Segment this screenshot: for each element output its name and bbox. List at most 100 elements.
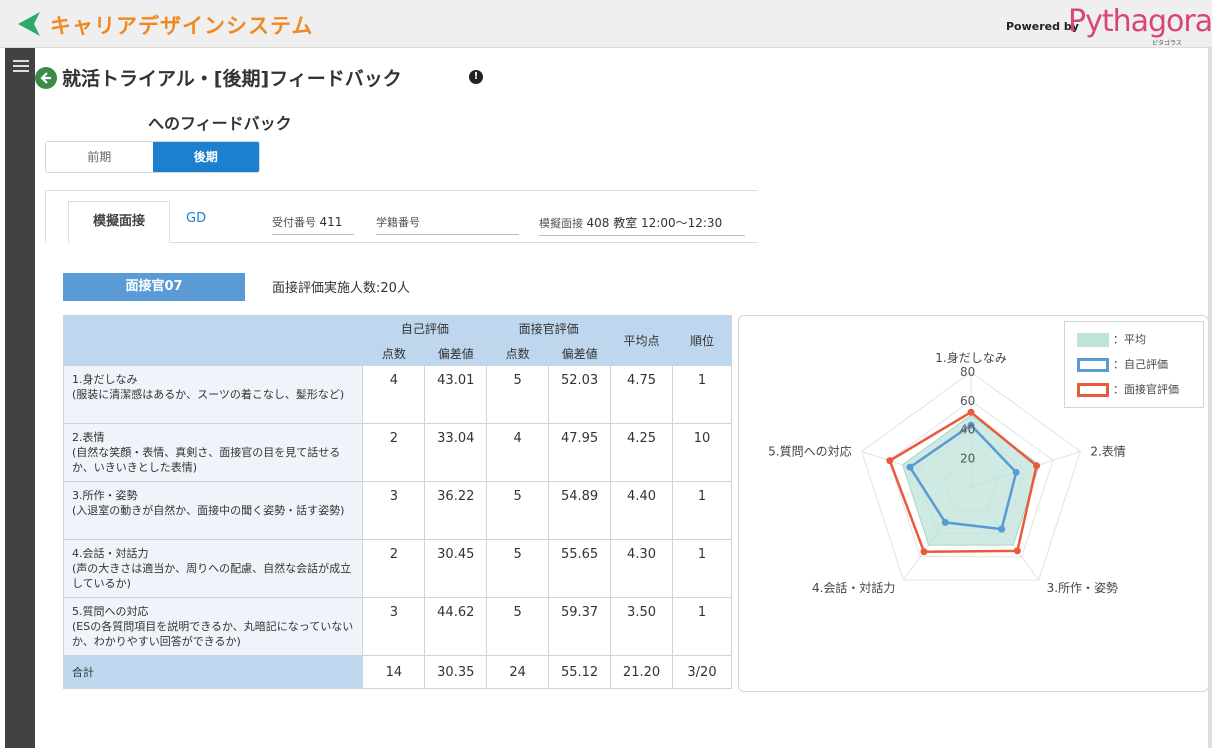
radar-point xyxy=(906,463,914,471)
rank-cell: 1 xyxy=(672,481,732,540)
student-number: 学籍番号 xyxy=(376,214,519,235)
radar-category-label: 1.身だしなみ xyxy=(935,350,1006,365)
item-cell: 4.会話・対話力 (声の大きさは適当か、周りへの配慮、自然な会話が成立しているか) xyxy=(62,539,364,598)
self-score-header: 点数 xyxy=(362,340,426,366)
interviewer-score-cell: 5 xyxy=(486,539,550,598)
average-cell: 4.25 xyxy=(610,423,673,482)
interviewer-deviation-cell: 52.03 xyxy=(548,365,612,424)
self-deviation-cell: 44.62 xyxy=(424,597,488,656)
item-title: 3.所作・姿勢 xyxy=(72,489,138,502)
item-description: (ESの各質問項目を説明できるか、丸暗記になっていないか、わかりやすい回答ができ… xyxy=(72,620,354,648)
table-row: 4.会話・対話力 (声の大きさは適当か、周りへの配慮、自然な会話が成立しているか)… xyxy=(62,539,732,598)
item-cell: 3.所作・姿勢 (入退室の動きが自然か、面接中の聞く姿勢・話す姿勢) xyxy=(62,481,364,540)
self-deviation-cell: 30.45 xyxy=(424,539,488,598)
tab-gd[interactable]: GD xyxy=(186,211,206,226)
legend-swatch xyxy=(1077,333,1109,347)
radar-point xyxy=(967,408,975,416)
item-title: 1.身だしなみ xyxy=(72,373,138,386)
rank-cell: 1 xyxy=(672,597,732,656)
average-header: 平均点 xyxy=(610,315,673,366)
total-rank: 3/20 xyxy=(672,655,732,689)
participants-count: 面接評価実施人数:20人 xyxy=(272,281,410,296)
reception-value: 411 xyxy=(319,215,343,229)
radar-category-label: 4.会話・対話力 xyxy=(812,580,895,595)
rank-cell: 10 xyxy=(672,423,732,482)
item-description: (声の大きさは適当か、周りへの配慮、自然な会話が成立しているか) xyxy=(72,562,352,590)
item-header xyxy=(62,315,364,366)
rank-cell: 1 xyxy=(672,539,732,598)
total-label: 合計 xyxy=(62,655,364,689)
back-arrow-icon[interactable] xyxy=(35,67,57,89)
item-title: 5.質問への対応 xyxy=(72,605,149,618)
radar-point xyxy=(1012,468,1020,476)
self-score-cell: 3 xyxy=(362,597,426,656)
total-interviewer-deviation: 55.12 xyxy=(548,655,612,689)
average-cell: 4.30 xyxy=(610,539,673,598)
radar-point xyxy=(941,518,949,526)
item-cell: 2.表情 (自然な笑顔・表情、真剣さ、面接官の目を見て話せるか、いきいきとした表情… xyxy=(62,423,364,482)
radar-tick-label: 40 xyxy=(960,423,975,437)
total-self-deviation: 30.35 xyxy=(424,655,488,689)
chart-legend: ：平均 ：自己評価 ：面接官評価 xyxy=(1064,321,1204,408)
mock-label: 模擬面接 xyxy=(539,217,583,230)
radar-tick-label: 60 xyxy=(960,394,975,408)
interviewer-badge: 面接官07 xyxy=(63,273,245,301)
radar-point xyxy=(886,457,894,465)
item-cell: 5.質問への対応 (ESの各質問項目を説明できるか、丸暗記になっていないか、わかり… xyxy=(62,597,364,656)
self-score-cell: 3 xyxy=(362,481,426,540)
tab-mock-interview[interactable]: 模擬面接 xyxy=(68,201,170,243)
term-first-button[interactable]: 前期 xyxy=(46,142,153,172)
radar-point xyxy=(920,548,928,556)
score-table: 自己評価 面接官評価 平均点 順位 点数 偏差値 点数 偏差値 1.身だしなみ (… xyxy=(62,315,732,689)
total-row: 合計 14 30.35 24 55.12 21.20 3/20 xyxy=(62,655,732,689)
radar-category-label: 3.所作・姿勢 xyxy=(1047,580,1118,595)
item-description: (服装に清潔感はあるか、スーツの着こなし、髪形など) xyxy=(72,388,345,401)
interviewer-score-cell: 4 xyxy=(486,423,550,482)
self-eval-header: 自己評価 xyxy=(362,315,488,341)
legend-item-self: ：自己評価 xyxy=(1077,356,1168,372)
legend-label: ：面接官評価 xyxy=(1113,383,1179,396)
interviewer-deviation-header: 偏差値 xyxy=(548,340,612,366)
page-scrollbar[interactable] xyxy=(1208,48,1212,748)
mock-value: 408 教室 12:00～12:30 xyxy=(586,216,723,230)
radar-tick-label: 20 xyxy=(960,451,975,465)
app-title: キャリアデザインシステム xyxy=(50,14,314,38)
radar-point xyxy=(1013,547,1021,555)
radar-point xyxy=(1033,462,1041,470)
app-logo-icon xyxy=(18,12,40,36)
table-row: 3.所作・姿勢 (入退室の動きが自然か、面接中の聞く姿勢・話す姿勢) 3 36.2… xyxy=(62,481,732,540)
legend-item-interviewer: ：面接官評価 xyxy=(1077,381,1179,397)
self-deviation-cell: 43.01 xyxy=(424,365,488,424)
interviewer-deviation-cell: 55.65 xyxy=(548,539,612,598)
interviewer-score-cell: 5 xyxy=(486,481,550,540)
feedback-subtitle: へのフィードバック xyxy=(148,114,292,133)
interviewer-score-cell: 5 xyxy=(486,597,550,656)
legend-label: ：平均 xyxy=(1113,333,1146,346)
average-cell: 4.40 xyxy=(610,481,673,540)
brand-logo: Pythagoras xyxy=(1068,4,1212,39)
reception-number: 受付番号 411 xyxy=(272,214,354,235)
legend-swatch xyxy=(1077,383,1109,397)
feedback-panel: 模擬面接 GD 受付番号 411 学籍番号 模擬面接 408 教室 12:00～… xyxy=(45,190,758,243)
info-icon[interactable]: ! xyxy=(469,70,483,84)
page-title: 就活トライアル・[後期]フィードバック xyxy=(62,68,402,90)
interviewer-score-cell: 5 xyxy=(486,365,550,424)
term-second-button[interactable]: 後期 xyxy=(152,142,259,172)
interviewer-deviation-cell: 59.37 xyxy=(548,597,612,656)
brand-sub-logo: ピタゴラス xyxy=(1152,40,1182,47)
legend-label: ：自己評価 xyxy=(1113,358,1168,371)
interviewer-deviation-cell: 47.95 xyxy=(548,423,612,482)
sidebar xyxy=(5,48,35,748)
table-row: 2.表情 (自然な笑顔・表情、真剣さ、面接官の目を見て話せるか、いきいきとした表情… xyxy=(62,423,732,482)
rank-cell: 1 xyxy=(672,365,732,424)
mock-interview-info: 模擬面接 408 教室 12:00～12:30 xyxy=(539,214,745,236)
item-description: (入退室の動きが自然か、面接中の聞く姿勢・話す姿勢) xyxy=(72,504,345,517)
hamburger-menu-icon[interactable] xyxy=(13,60,29,72)
radar-tick-label: 80 xyxy=(960,365,975,379)
self-deviation-cell: 36.22 xyxy=(424,481,488,540)
rank-header: 順位 xyxy=(672,315,732,366)
term-switch: 前期 後期 xyxy=(45,141,260,173)
interviewer-deviation-cell: 54.89 xyxy=(548,481,612,540)
average-cell: 4.75 xyxy=(610,365,673,424)
interviewer-eval-header: 面接官評価 xyxy=(486,315,612,341)
